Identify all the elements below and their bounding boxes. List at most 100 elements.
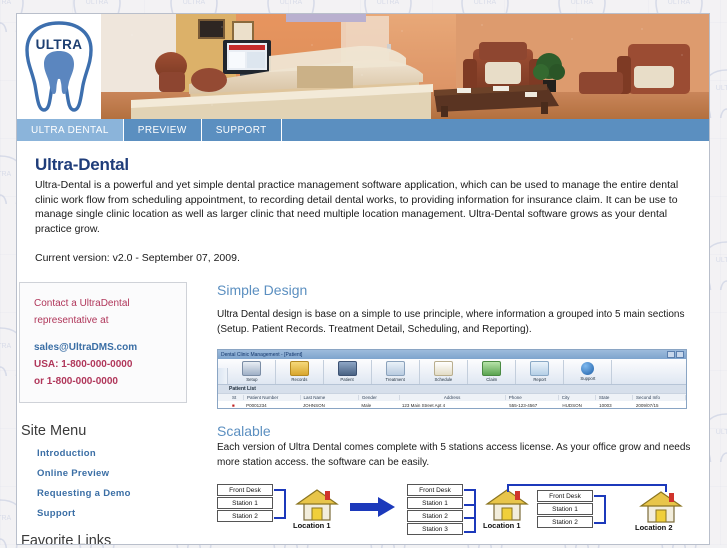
diagram-box: Station 3 (407, 523, 463, 535)
application-screenshot[interactable]: Dental Clinic Management - [Patient] Set… (217, 349, 687, 409)
diagram-connector (594, 522, 606, 524)
diagram-location-label-2: Location 1 (483, 521, 521, 530)
app-window-titlebar: Dental Clinic Management - [Patient] (218, 350, 686, 359)
diagram-box: Station 2 (537, 516, 593, 528)
app-toolbar-button-schedule[interactable]: Schedule (420, 359, 468, 384)
site-menu-title: Site Menu (21, 423, 87, 439)
app-toolbar-label: Schedule (434, 377, 453, 382)
site-container: ULTRA ULTRA DENTAL PREVIEW SUPPORT Ultra… (16, 13, 710, 545)
contact-box: Contact a UltraDental representative at … (19, 282, 187, 403)
contact-line-2: representative at (34, 315, 109, 326)
nav-item-label: PREVIEW (137, 124, 187, 136)
app-row-cell: 555-123-4567 (509, 402, 538, 408)
nav-item-ultra-dental[interactable]: ULTRA DENTAL (17, 119, 124, 141)
nav-item-preview[interactable]: PREVIEW (123, 119, 202, 141)
main-navigation: ULTRA DENTAL PREVIEW SUPPORT (17, 119, 709, 141)
people-icon (338, 361, 357, 376)
site-logo[interactable]: ULTRA (17, 14, 101, 119)
diagram-connector (284, 489, 286, 519)
folder-icon (290, 361, 309, 376)
app-toolbar-button-records[interactable]: Records (276, 359, 324, 384)
app-column-header: Address (400, 395, 506, 400)
app-row-cell: JOHNSON (302, 402, 325, 408)
app-column-header: Patient Number (244, 395, 301, 400)
nav-item-label: SUPPORT (215, 124, 267, 136)
section-heading-scalable: Scalable (217, 423, 271, 439)
favorite-links-title: Favorite Links (21, 533, 112, 545)
app-close-icon (676, 351, 684, 358)
page-title: Ultra-Dental (35, 155, 129, 174)
app-window-controls (667, 351, 686, 358)
sidebar-item-support[interactable]: Support (37, 508, 217, 519)
content-columns: Contact a UltraDental representative at … (17, 282, 709, 545)
app-toolbar-button-patient[interactable]: Patient (324, 359, 372, 384)
app-toolbar-label: Claim (486, 377, 497, 382)
intro-section: Ultra-Dental Ultra-Dental is a powerful … (17, 141, 709, 264)
diagram-box: Station 2 (217, 510, 273, 522)
calendar-icon (434, 361, 453, 376)
app-left-rail (218, 368, 228, 384)
left-sidebar: Contact a UltraDental representative at … (17, 282, 217, 545)
diagram-connector (474, 489, 476, 533)
section-text-simple-design: Ultra Dental design is base on a simple … (217, 309, 685, 335)
diagram-box: Front Desk (407, 484, 463, 496)
section-text-scalable: Each version of Ultra Dental comes compl… (217, 442, 691, 468)
app-toolbar-label: Treatment (385, 377, 406, 382)
diagram-box: Station 1 (217, 497, 273, 509)
site-header: ULTRA (17, 14, 709, 119)
nav-item-label: ULTRA DENTAL (31, 124, 109, 136)
diagram-connector (274, 517, 286, 519)
app-column-header: Last Name (301, 395, 359, 400)
diagram-location-label-1: Location 1 (293, 521, 331, 530)
site-menu: Site Menu Introduction Online Preview Re… (19, 423, 217, 545)
app-window-title: Dental Clinic Management - [Patient] (221, 351, 303, 358)
app-row-status-icon: ■ (232, 402, 235, 408)
contact-phone-secondary: or 1-800-000-0000 (34, 376, 118, 387)
diagram-box: Station 1 (537, 503, 593, 515)
app-table-row[interactable]: ■ P0001234 JOHNSON Male 123 Main Street … (218, 401, 686, 408)
section-heading-simple-design: Simple Design (217, 282, 308, 298)
app-row-cell: 2009/07/15 (635, 402, 659, 408)
help-question-icon (581, 362, 594, 375)
app-column-header: St (229, 395, 244, 400)
diagram-box: Front Desk (537, 490, 593, 502)
app-row-cell: 123 Main Street Apt 4 (401, 402, 446, 408)
diagram-location-label-3: Location 2 (635, 523, 673, 532)
dental-office-reception-photo (101, 14, 709, 119)
diagram-trunk-line (507, 484, 667, 486)
app-toolbar-label: Report (533, 377, 546, 382)
scalability-diagram: Front Desk Station 1 Station 2 Location … (217, 484, 687, 544)
contact-phone-primary: USA: 1-800-000-0000 (34, 359, 133, 370)
nav-item-support[interactable]: SUPPORT (201, 119, 282, 141)
sidebar-item-online-preview[interactable]: Online Preview (37, 468, 217, 479)
diagram-box: Front Desk (217, 484, 273, 496)
app-toolbar-button-report[interactable]: Report (516, 359, 564, 384)
app-column-header: Phone (506, 395, 559, 400)
contact-spacer (34, 329, 174, 339)
contact-email[interactable]: sales@UltraDMS.com (34, 339, 174, 356)
app-toolbar-button-setup[interactable]: Setup (228, 359, 276, 384)
diagram-group-middle: Front Desk Station 1 Station 2 Station 3 (407, 484, 463, 536)
diagram-arrow-icon (350, 497, 396, 522)
diagram-group-left: Front Desk Station 1 Station 2 (217, 484, 273, 523)
app-row-cell: P0001234 (246, 402, 267, 408)
money-icon (482, 361, 501, 376)
diagram-connector (464, 504, 476, 506)
sidebar-item-requesting-a-demo[interactable]: Requesting a Demo (37, 488, 217, 499)
person-icon (386, 361, 405, 376)
sidebar-item-introduction[interactable]: Introduction (37, 448, 217, 459)
app-toolbar-label: Records (291, 377, 308, 382)
current-version-text: Current version: v2.0 - September 07, 20… (35, 252, 240, 264)
computer-icon (242, 361, 261, 376)
app-column-header: State (596, 395, 633, 400)
app-toolbar-button-treatment[interactable]: Treatment (372, 359, 420, 384)
app-toolbar-button-claim[interactable]: Claim (468, 359, 516, 384)
app-toolbar-button-support[interactable]: Support (564, 359, 612, 384)
app-toolbar-label: Support (580, 376, 595, 381)
app-toolbar: Setup Records Patient Treatment Schedule… (218, 359, 686, 384)
app-row-cell: HUDSON (562, 402, 582, 408)
app-column-header: City (559, 395, 596, 400)
diagram-group-right: Front Desk Station 1 Station 2 (537, 490, 593, 529)
main-content: Simple Design Ultra Dental design is bas… (217, 282, 709, 544)
header-banner-photo (101, 14, 709, 119)
